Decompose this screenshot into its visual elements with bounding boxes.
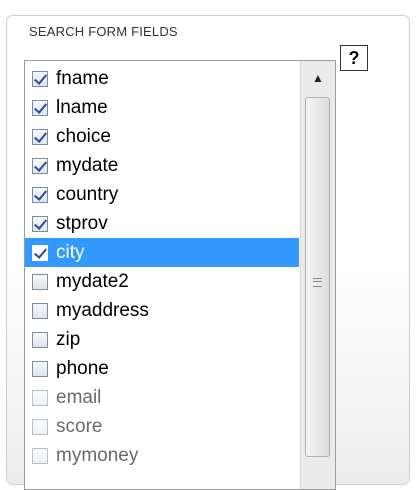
fields-listbox[interactable]: fname lname choice mydate country stprov xyxy=(24,60,336,490)
triangle-up-icon[interactable]: ▲ xyxy=(303,63,333,93)
checkbox-icon[interactable] xyxy=(32,389,48,406)
checkbox-icon[interactable] xyxy=(32,215,48,232)
list-item-choice[interactable]: choice xyxy=(25,122,299,151)
checkbox-icon[interactable] xyxy=(32,186,48,203)
list-item-label: phone xyxy=(56,357,109,379)
list-item-label: mymoney xyxy=(56,444,139,466)
list-item-mymoney[interactable]: mymoney xyxy=(25,441,299,470)
list-item-label: country xyxy=(56,183,119,205)
list-item-zip[interactable]: zip xyxy=(25,325,299,354)
grip-icon xyxy=(313,278,322,287)
list-item-lname[interactable]: lname xyxy=(25,93,299,122)
list-item-label: lname xyxy=(56,96,108,118)
checkbox-icon[interactable] xyxy=(32,157,48,174)
list-item-label: fname xyxy=(56,67,109,89)
list-item-label: city xyxy=(56,241,85,263)
list-item-label: choice xyxy=(56,125,111,147)
list-item-label: mydate xyxy=(56,154,119,176)
list-item-email[interactable]: email xyxy=(25,383,299,412)
list-item-label: stprov xyxy=(56,212,108,234)
checkbox-icon[interactable] xyxy=(32,273,48,290)
list-item-city[interactable]: city xyxy=(25,238,299,267)
fields-list: fname lname choice mydate country stprov xyxy=(25,64,299,470)
checkbox-icon[interactable] xyxy=(32,447,48,464)
fieldset-legend: SEARCH FORM FIELDS xyxy=(25,24,182,40)
list-item-label: zip xyxy=(56,328,81,350)
list-item-label: email xyxy=(56,386,102,408)
search-form-fields-group: SEARCH FORM FIELDS fname lname choice my… xyxy=(6,15,410,490)
checkbox-icon[interactable] xyxy=(32,331,48,348)
checkbox-icon[interactable] xyxy=(32,99,48,116)
list-item-label: myaddress xyxy=(56,299,149,321)
checkbox-icon[interactable] xyxy=(32,418,48,435)
checkbox-icon[interactable] xyxy=(32,302,48,319)
list-item-label: score xyxy=(56,415,103,437)
list-item-mydate2[interactable]: mydate2 xyxy=(25,267,299,296)
list-item-phone[interactable]: phone xyxy=(25,354,299,383)
list-item-score[interactable]: score xyxy=(25,412,299,441)
scrollbar-thumb[interactable] xyxy=(305,97,330,457)
checkbox-icon[interactable] xyxy=(32,360,48,377)
list-item-fname[interactable]: fname xyxy=(25,64,299,93)
list-item-stprov[interactable]: stprov xyxy=(25,209,299,238)
help-button[interactable]: ? xyxy=(340,45,368,71)
list-item-country[interactable]: country xyxy=(25,180,299,209)
checkbox-icon[interactable] xyxy=(32,244,48,261)
checkbox-icon[interactable] xyxy=(32,128,48,145)
checkbox-icon[interactable] xyxy=(32,70,48,87)
list-item-myaddress[interactable]: myaddress xyxy=(25,296,299,325)
vertical-scrollbar[interactable]: ▲ xyxy=(300,61,335,489)
list-item-mydate[interactable]: mydate xyxy=(25,151,299,180)
list-item-label: mydate2 xyxy=(56,270,129,292)
